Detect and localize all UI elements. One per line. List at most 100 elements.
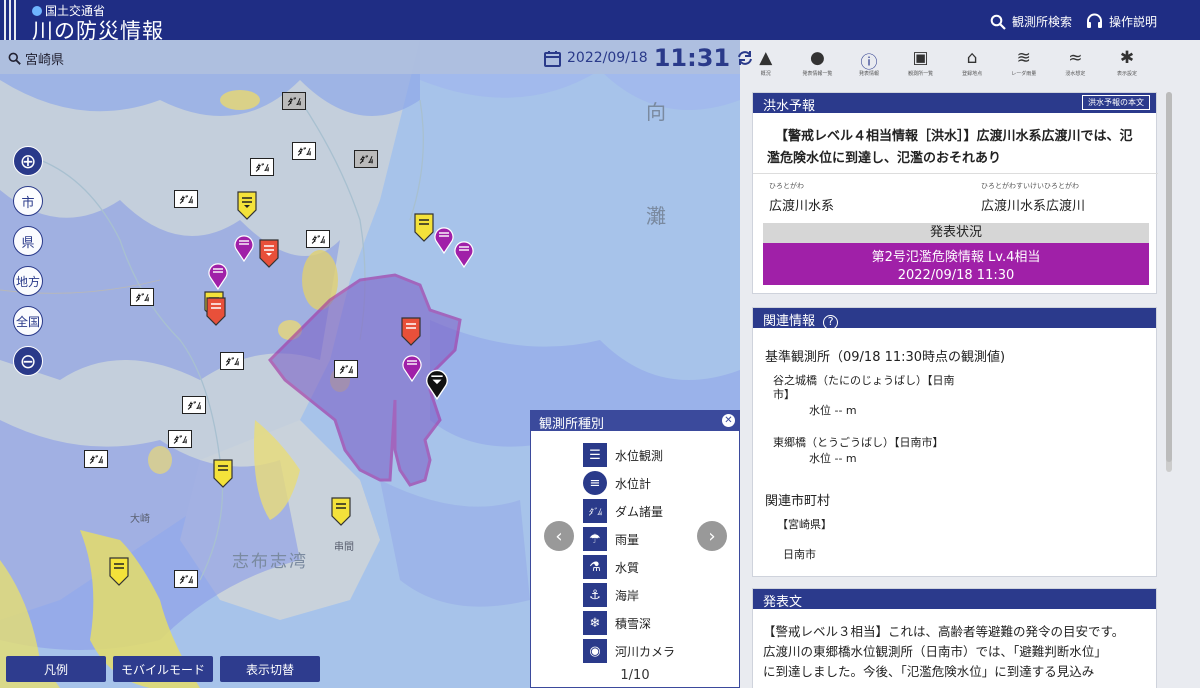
minus-icon: ⊖	[19, 349, 37, 373]
station-list-tab[interactable]: ▣ 観測所一覧	[895, 40, 947, 82]
panel-icon-bar: ▲ 概況 ● 発表情報一覧 ⓘ 発表情報 ▣ 観測所一覧 ⌂ 登録地点 ≋ レーダ雨量 ≈ 浸…	[740, 40, 1200, 82]
sea-label: 向	[646, 100, 666, 124]
municipality-city[interactable]: 日南市	[783, 546, 816, 562]
flood-forecast-card: 洪水予報 洪水予報の本文 【警戒レベル４相当情報［洪水］】広渡川水系広渡川では、…	[752, 92, 1158, 294]
alert-list-tab[interactable]: ● 発表情報一覧	[792, 40, 844, 82]
water-gauge-pin-black[interactable]	[424, 366, 450, 400]
legend-item: ☰ 水位観測	[583, 441, 675, 469]
help-icon[interactable]: ?	[823, 315, 839, 330]
sea-label-2: 灘	[646, 204, 666, 228]
search-icon	[990, 14, 1006, 30]
bay-label: 志布志湾	[232, 552, 308, 572]
station-water-level: 水位 -- m	[809, 404, 857, 417]
zoom-nation-button[interactable]: 全国	[13, 306, 43, 336]
flask-icon: ⚗	[583, 555, 607, 579]
display-toggle-button[interactable]: 表示切替	[220, 656, 320, 682]
river-ruby: ひろとがわすいけいひろとがわ	[981, 182, 1079, 190]
zoom-out-button[interactable]: ⊖	[13, 346, 43, 376]
legend-item: ﾀﾞﾑ ダム諸量	[583, 497, 675, 525]
zoom-in-button[interactable]: ⊕	[13, 146, 43, 176]
alert-info-icon: ⓘ	[860, 53, 878, 73]
headset-icon	[1087, 13, 1102, 28]
status-level: 第2号氾濫危険情報 Lv.4相当	[871, 250, 1041, 265]
dam-station-marker[interactable]: ﾀﾞﾑ	[220, 352, 244, 370]
water-level-pin-yellow[interactable]	[212, 458, 234, 488]
station-link-cont[interactable]: 市】	[773, 386, 795, 402]
snowflake-icon: ❄	[583, 611, 607, 635]
flood-assumption-tab[interactable]: ≈ 浸水想定	[1050, 40, 1102, 82]
divider	[753, 173, 1158, 174]
water-gauge-pin-purple[interactable]	[207, 260, 229, 290]
dam-station-marker[interactable]: ﾀﾞﾑ	[250, 158, 274, 176]
legend-list: ☰ 水位観測 ≡ 水位計 ﾀﾞﾑ ダム諸量 ☂ 雨量 ⚗ 水質 ⚓ 海岸 ❄ 積雪深 ◉ 河川カ…	[583, 441, 675, 665]
dam-station-marker[interactable]: ﾀﾞﾑ	[174, 190, 198, 208]
water-gauge-pin-purple[interactable]	[453, 238, 475, 268]
legend-prev-button[interactable]: ‹	[544, 521, 574, 551]
dam-station-marker[interactable]: ﾀﾞﾑ	[354, 150, 378, 168]
water-level-pin-yellow[interactable]	[108, 556, 130, 586]
time-text: 11:31	[653, 44, 731, 72]
water-level-pin-red[interactable]	[258, 238, 280, 268]
municipality-heading: 関連市町村	[765, 494, 831, 509]
water-level-pin-red[interactable]	[205, 296, 227, 326]
legend-item: ◉ 河川カメラ	[583, 637, 675, 665]
station-water-level: 水位 -- m	[809, 452, 857, 465]
dam-station-marker[interactable]: ﾀﾞﾑ	[306, 230, 330, 248]
legend-header: 観測所種別 ✕	[531, 411, 739, 432]
umbrella-icon: ☂	[583, 527, 607, 551]
water-level-pin-yellow[interactable]	[330, 496, 352, 526]
legend-item: ⚗ 水質	[583, 553, 675, 581]
dam-station-marker[interactable]: ﾀﾞﾑ	[168, 430, 192, 448]
dam-station-marker[interactable]: ﾀﾞﾑ	[174, 570, 198, 588]
registered-points-tab[interactable]: ⌂ 登録地点	[946, 40, 998, 82]
dam-station-marker[interactable]: ﾀﾞﾑ	[182, 396, 206, 414]
prefecture-selector[interactable]: 宮崎県	[8, 49, 64, 68]
help-button[interactable]: 操作説明	[1086, 13, 1157, 30]
station-link[interactable]: 谷之城橋（たにのじょうばし）【日南	[773, 372, 955, 388]
status-badge: 第2号氾濫危険情報 Lv.4相当 2022/09/18 11:30	[763, 243, 1149, 285]
flood-forecast-header: 洪水予報 洪水予報の本文	[753, 93, 1156, 114]
alert-info-tab[interactable]: ⓘ 発表情報	[843, 40, 895, 82]
radar-icon: ≋	[1016, 48, 1031, 68]
announcement-card: 発表文 【警戒レベル３相当】これは、高齢者等避難の発令の目安です。 広渡川の東郷…	[752, 588, 1157, 688]
station-search-button[interactable]: 観測所検索	[990, 13, 1072, 30]
water-gauge-pin-purple[interactable]	[233, 232, 255, 262]
legend-page-indicator: 1/10	[620, 668, 650, 683]
logo-stripes	[4, 0, 16, 40]
zoom-prefecture-button[interactable]: 県	[13, 226, 43, 256]
water-level-pin-yellow[interactable]	[413, 212, 435, 242]
water-gauge-pin-purple[interactable]	[401, 352, 423, 382]
radar-rain-tab[interactable]: ≋ レーダ雨量	[998, 40, 1050, 82]
related-info-header: 関連情報 ?	[753, 308, 1156, 330]
dam-station-marker[interactable]: ﾀﾞﾑ	[130, 288, 154, 306]
water-gauge-pin-purple[interactable]	[433, 224, 455, 254]
location-bar: 宮崎県 2022/09/18 11:31	[0, 40, 753, 74]
zoom-city-button[interactable]: 市	[13, 186, 43, 216]
dam-station-marker[interactable]: ﾀﾞﾑ	[334, 360, 358, 378]
announcement-header: 発表文	[753, 589, 1156, 610]
zoom-region-button[interactable]: 地方	[13, 266, 43, 296]
dam-station-marker[interactable]: ﾀﾞﾑ	[84, 450, 108, 468]
close-icon[interactable]: ✕	[722, 414, 735, 427]
calendar-icon[interactable]	[544, 50, 561, 67]
chevron-left-icon: ‹	[555, 525, 563, 547]
river-name: 広渡川水系広渡川	[981, 199, 1086, 214]
water-level-pin-yellow[interactable]	[236, 190, 258, 220]
station-link[interactable]: 東郷橋（とうごうばし）【日南市】	[773, 434, 944, 450]
home-icon: ⌂	[966, 48, 978, 68]
refresh-icon[interactable]	[736, 49, 754, 67]
panel-scrollbar[interactable]	[1166, 92, 1172, 472]
dam-station-marker[interactable]: ﾀﾞﾑ	[292, 142, 316, 160]
legend-next-button[interactable]: ›	[697, 521, 727, 551]
legend-button[interactable]: 凡例	[6, 656, 106, 682]
mobile-mode-button[interactable]: モバイルモード	[113, 656, 213, 682]
forecast-full-text-button[interactable]: 洪水予報の本文	[1082, 95, 1150, 110]
dam-station-marker[interactable]: ﾀﾞﾑ	[282, 92, 306, 110]
display-settings-tab[interactable]: ✱ 表示設定	[1101, 40, 1153, 82]
water-level-pin-red[interactable]	[400, 316, 422, 346]
river-system-name: 広渡川水系	[769, 199, 835, 214]
status-time: 2022/09/18 11:30	[897, 268, 1015, 283]
anchor-icon: ⚓	[583, 583, 607, 607]
water-level-observation-icon: ☰	[583, 443, 607, 467]
ministry-logo-icon	[32, 5, 42, 16]
